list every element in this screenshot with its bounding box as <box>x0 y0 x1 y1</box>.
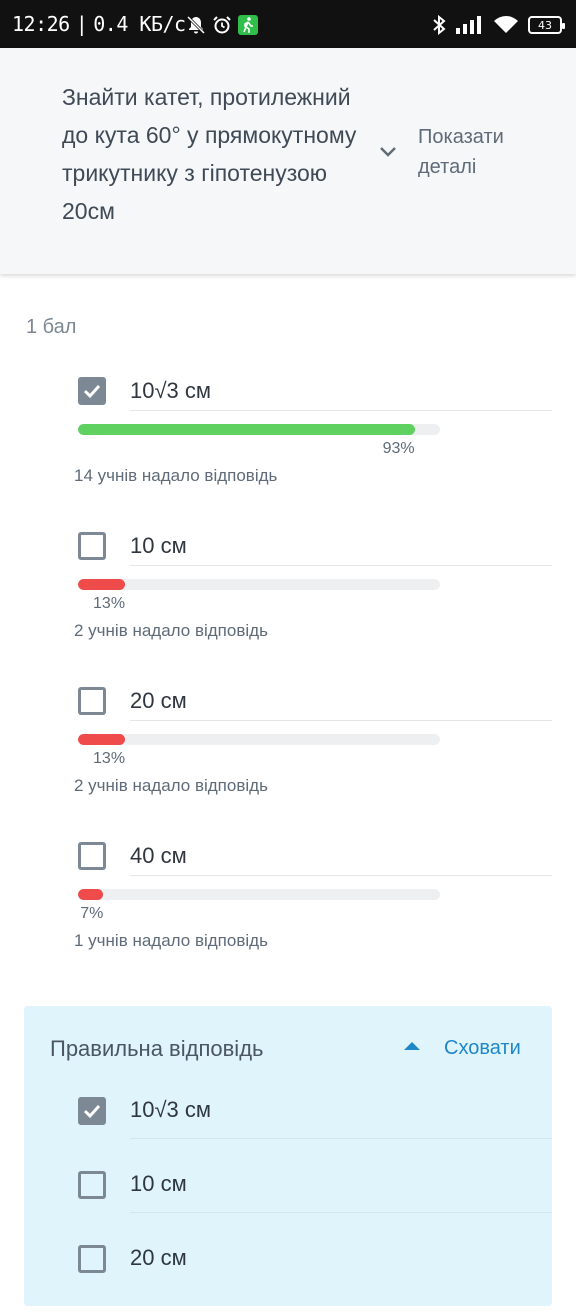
option-divider <box>130 1138 552 1139</box>
result-percent: 13% <box>93 750 126 767</box>
option-label: 10 см <box>130 533 187 558</box>
option-divider <box>130 720 552 721</box>
option-divider <box>130 410 552 411</box>
answer-option: 10√3 см 93% 14 учнів надало відповідь <box>0 372 576 522</box>
option-label: 20 см <box>130 1245 187 1270</box>
points-label: 1 бал <box>26 316 77 338</box>
option-checkbox[interactable] <box>78 687 106 715</box>
option-checkbox[interactable] <box>78 377 106 405</box>
battery-icon: 43 <box>528 16 565 34</box>
answered-count: 14 учнів надало відповідь <box>74 466 278 485</box>
result-percent: 93% <box>382 440 415 457</box>
result-bar <box>78 579 440 590</box>
wifi-icon <box>494 16 518 33</box>
checkmark-icon <box>83 1104 101 1119</box>
answer-option: 10 см 13% 2 учнів надало відповідь <box>0 527 576 677</box>
result-bar <box>78 424 440 435</box>
answered-count: 1 учнів надало відповідь <box>74 931 268 950</box>
walk-icon <box>238 15 258 35</box>
option-checkbox <box>78 1097 106 1125</box>
answer-option: 40 см 7% 1 учнів надало відповідь <box>0 837 576 987</box>
caret-up-icon[interactable] <box>404 1042 420 1050</box>
bluetooth-icon <box>433 15 446 35</box>
correct-option: 10 см <box>24 1166 552 1240</box>
correct-answer-title: Правильна відповідь <box>50 1036 264 1061</box>
option-checkbox[interactable] <box>78 842 106 870</box>
result-bar-fill <box>78 734 126 745</box>
chevron-down-icon[interactable] <box>376 140 400 164</box>
option-label: 20 см <box>130 688 187 713</box>
question-text: Знайти катет, протилежний до кута 60° у … <box>62 84 357 224</box>
option-divider <box>130 875 552 876</box>
battery-level: 43 <box>538 18 552 32</box>
alarm-icon <box>213 16 231 34</box>
signal-icon <box>456 16 481 34</box>
option-checkbox <box>78 1245 106 1273</box>
result-percent: 13% <box>93 595 126 612</box>
result-bar-fill <box>78 579 126 590</box>
status-icons-left <box>186 14 258 36</box>
correct-option: 20 см <box>24 1240 552 1314</box>
result-bar-fill <box>78 889 104 900</box>
status-time-speed: 12:26 | 0.4 КБ/с <box>12 12 186 36</box>
status-icons-right: 43 <box>432 14 565 36</box>
option-label: 10√3 см <box>130 378 212 403</box>
bell-muted-icon <box>186 15 206 35</box>
option-divider <box>130 1212 552 1213</box>
status-separator: | <box>75 12 88 36</box>
status-speed: 0.4 КБ/с <box>93 12 186 36</box>
show-details-button[interactable]: Показати деталі <box>418 122 538 182</box>
option-divider <box>130 565 552 566</box>
answered-count: 2 учнів надало відповідь <box>74 776 268 795</box>
option-label: 10 см <box>130 1171 187 1196</box>
correct-option: 10√3 см <box>24 1092 552 1166</box>
result-percent: 7% <box>80 905 104 922</box>
answer-option: 20 см 13% 2 учнів надало відповідь <box>0 682 576 832</box>
option-label: 10√3 см <box>130 1097 212 1122</box>
option-checkbox <box>78 1171 106 1199</box>
answered-count: 2 учнів надало відповідь <box>74 621 268 640</box>
status-bar: 12:26 | 0.4 КБ/с 43 <box>0 0 576 48</box>
hide-button[interactable]: Сховати <box>444 1037 521 1060</box>
result-bar-fill <box>78 424 415 435</box>
status-time: 12:26 <box>12 12 70 36</box>
option-checkbox[interactable] <box>78 532 106 560</box>
result-bar <box>78 889 440 900</box>
correct-answer-panel: Правильна відповідь Сховати 10√3 см 10 с… <box>24 1006 552 1306</box>
question-header: Знайти катет, протилежний до кута 60° у … <box>0 48 576 274</box>
checkmark-icon <box>83 384 101 399</box>
option-label: 40 см <box>130 843 187 868</box>
result-bar <box>78 734 440 745</box>
